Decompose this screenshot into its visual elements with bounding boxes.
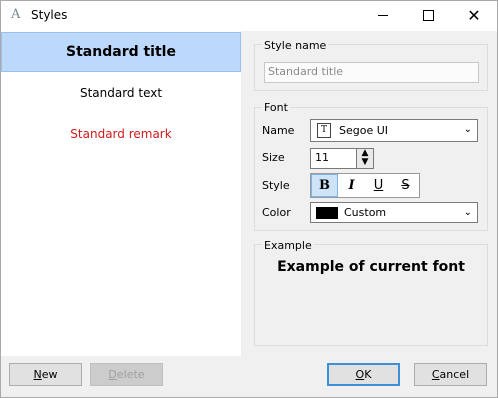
style-list-item[interactable]: Standard text — [1, 73, 241, 113]
cancel-label: ancel — [439, 368, 470, 381]
delete-accel: D — [108, 368, 117, 381]
font-size-label: Size — [262, 151, 285, 164]
font-color-label: Color — [262, 206, 291, 219]
style-name-input[interactable]: Standard title — [264, 62, 479, 83]
strikethrough-icon[interactable]: S — [392, 174, 419, 197]
font-size-spinner[interactable]: ▲ ▼ — [356, 148, 374, 169]
font-style-label: Style — [262, 179, 290, 192]
new-button[interactable]: New — [9, 363, 82, 386]
spin-down-icon: ▼ — [361, 157, 369, 167]
style-list[interactable]: Standard title Standard text Standard re… — [1, 31, 241, 356]
font-name-value: Segoe UI — [339, 124, 389, 137]
font-group-label: Font — [262, 101, 290, 114]
chevron-down-icon: ⌄ — [463, 207, 472, 218]
new-accel: N — [33, 368, 42, 381]
close-icon: ✕ — [467, 5, 481, 25]
close-button[interactable]: ✕ — [451, 0, 497, 31]
ok-button[interactable]: OK — [327, 363, 400, 386]
new-label: ew — [41, 368, 58, 381]
ok-accel: O — [355, 368, 365, 381]
bold-icon[interactable]: B — [311, 174, 338, 197]
minimize-button[interactable] — [360, 0, 406, 31]
style-list-item[interactable]: Standard remark — [1, 114, 241, 154]
underline-icon[interactable]: U — [365, 174, 392, 197]
ok-label: K — [364, 368, 372, 381]
font-icon: T — [317, 123, 331, 138]
font-name-select[interactable]: T Segoe UI ⌄ — [310, 119, 478, 142]
font-color-value: Custom — [344, 206, 387, 219]
style-list-item[interactable]: Standard title — [1, 32, 241, 72]
minimize-icon — [378, 15, 388, 16]
cancel-button[interactable]: Cancel — [414, 363, 487, 386]
font-name-label: Name — [262, 124, 295, 137]
example-preview-text: Example of current font — [277, 259, 465, 275]
font-style-toolbar: B I U S — [310, 173, 420, 198]
window-title: Styles — [31, 8, 68, 22]
cancel-accel: C — [431, 368, 440, 381]
chevron-down-icon: ⌄ — [463, 124, 472, 135]
app-icon: A — [11, 7, 21, 22]
example-label: Example — [262, 239, 314, 252]
maximize-icon — [422, 10, 434, 21]
maximize-button[interactable] — [405, 0, 451, 31]
delete-button[interactable]: Delete — [90, 363, 163, 386]
style-name-label: Style name — [262, 39, 329, 52]
delete-label: elete — [116, 368, 145, 381]
color-swatch — [316, 206, 338, 219]
font-color-select[interactable]: Custom ⌄ — [310, 202, 478, 223]
italic-icon[interactable]: I — [338, 174, 365, 197]
